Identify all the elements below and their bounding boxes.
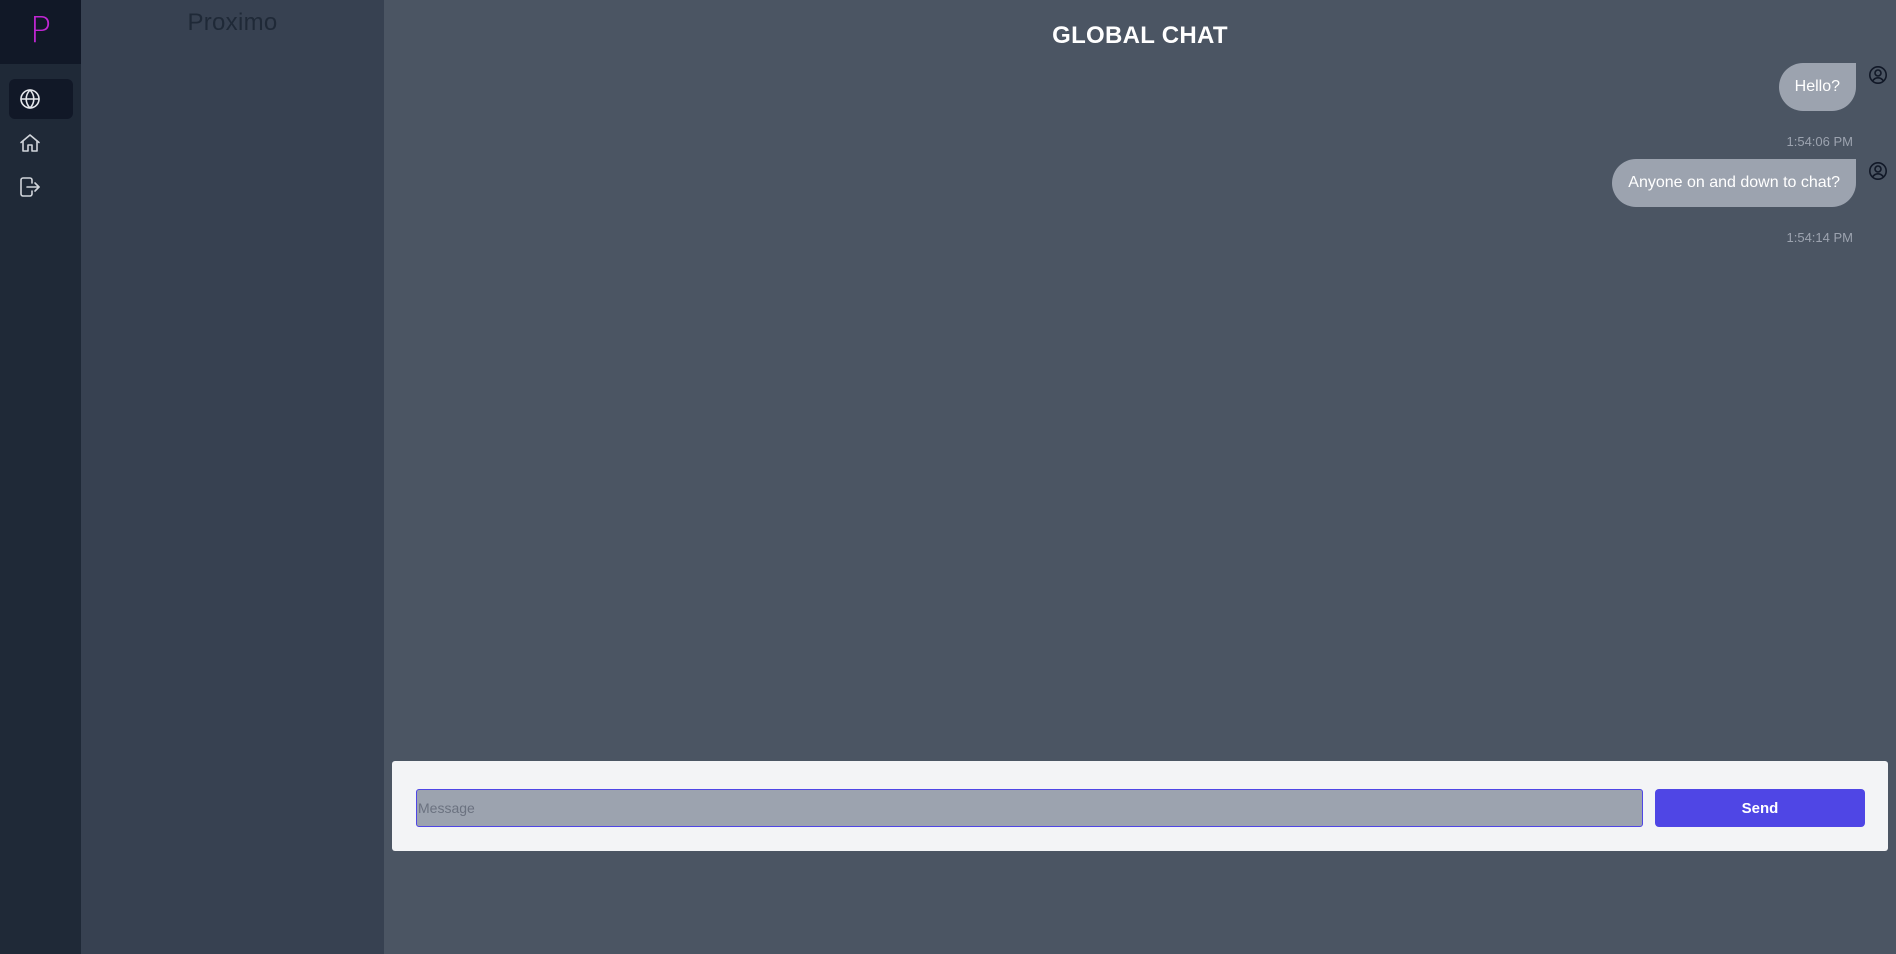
home-icon xyxy=(20,134,40,152)
message-bubble: Hello? xyxy=(1778,63,1856,111)
user-avatar-icon xyxy=(1869,162,1887,180)
app-logo[interactable]: P xyxy=(0,0,81,64)
message-timestamp: 1:54:06 PM xyxy=(1786,134,1854,149)
user-avatar-icon xyxy=(1869,66,1887,84)
nav-logout[interactable] xyxy=(9,167,73,207)
message-timestamp: 1:54:14 PM xyxy=(1786,230,1854,245)
message-input[interactable] xyxy=(416,789,1643,827)
globe-icon xyxy=(20,89,40,109)
nav-home[interactable] xyxy=(9,123,73,163)
nav-global-chat[interactable] xyxy=(9,79,73,119)
chat-panel: GLOBAL CHAT Hello? 1:54:06 PM Anyone on … xyxy=(384,0,1896,954)
message-composer: Send xyxy=(392,761,1888,851)
nav-rail: P xyxy=(0,0,81,954)
send-button[interactable]: Send xyxy=(1655,789,1865,827)
logout-icon xyxy=(20,177,40,197)
logo-letter: P xyxy=(29,10,52,51)
sidebar: Proximo xyxy=(81,0,384,954)
chat-title: GLOBAL CHAT xyxy=(1052,22,1228,49)
message-bubble: Anyone on and down to chat? xyxy=(1612,159,1856,207)
brand-name: Proximo xyxy=(187,9,278,36)
